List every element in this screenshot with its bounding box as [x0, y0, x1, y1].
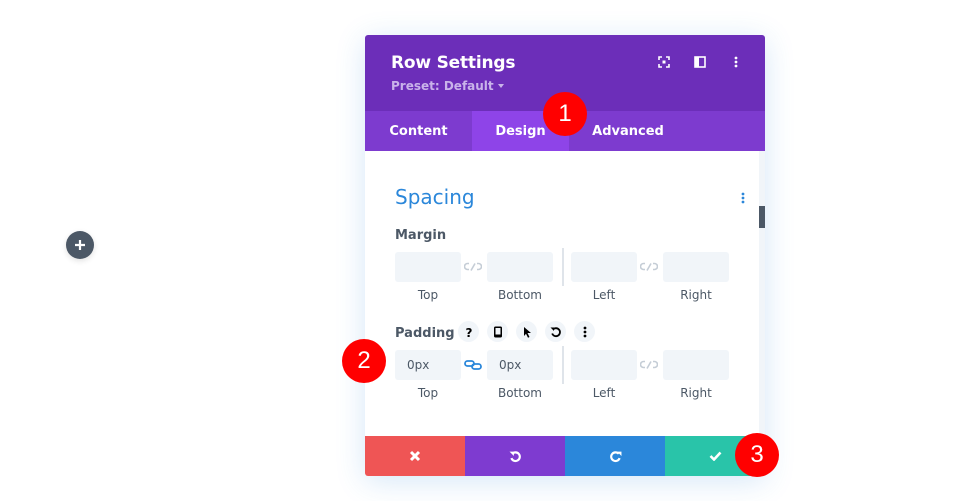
close-icon: [409, 450, 421, 462]
tab-content[interactable]: Content: [365, 111, 472, 151]
annotation-badge-3: 3: [735, 433, 779, 477]
fullscreen-icon[interactable]: [657, 55, 671, 69]
scrollbar-thumb[interactable]: [759, 206, 765, 228]
margin-top-input[interactable]: [395, 252, 461, 282]
padding-top-label: Top: [417, 386, 439, 400]
padding-bottom-input[interactable]: 0px: [487, 350, 553, 380]
scroll-track: [759, 151, 765, 436]
checkmark-icon: [709, 451, 721, 461]
redo-icon: [609, 450, 621, 462]
padding-label: Padding: [395, 326, 455, 341]
annotation-badge-2: 2: [342, 339, 386, 383]
link-icon-active[interactable]: [464, 359, 482, 371]
undo-icon: [509, 450, 521, 462]
margin-bottom-label: Bottom: [497, 288, 542, 302]
mobile-icon[interactable]: [487, 321, 508, 342]
padding-bottom-label: Bottom: [497, 386, 542, 400]
cancel-button[interactable]: [365, 436, 465, 476]
divider: [562, 248, 564, 286]
section-title-spacing[interactable]: Spacing: [395, 185, 475, 209]
preset-label: Preset: Default: [391, 79, 494, 93]
reset-icon[interactable]: [545, 321, 566, 342]
annotation-badge-1: 1: [543, 92, 587, 136]
padding-right-input[interactable]: [663, 350, 729, 380]
divider: [562, 346, 564, 384]
padding-left-label: Left: [592, 386, 616, 400]
help-icon[interactable]: ?: [458, 321, 479, 342]
section-more-icon[interactable]: [741, 189, 745, 208]
caret-down-icon: [497, 84, 504, 88]
padding-options: ?: [458, 321, 595, 342]
cursor-icon[interactable]: [516, 321, 537, 342]
undo-button[interactable]: [465, 436, 565, 476]
margin-bottom-input[interactable]: [487, 252, 553, 282]
link-icon[interactable]: [640, 261, 658, 273]
redo-button[interactable]: [565, 436, 665, 476]
more-vertical-icon[interactable]: [729, 55, 743, 69]
margin-label: Margin: [395, 228, 447, 243]
margin-right-input[interactable]: [663, 252, 729, 282]
more-vertical-icon[interactable]: [574, 321, 595, 342]
preset-dropdown[interactable]: Preset: Default: [391, 79, 739, 93]
margin-top-label: Top: [417, 288, 439, 302]
settings-body: Spacing Margin Top Bottom Left Right Pad…: [365, 151, 765, 436]
add-row-button[interactable]: [66, 231, 94, 259]
margin-right-label: Right: [680, 288, 712, 302]
svg-text:?: ?: [465, 326, 472, 338]
margin-left-label: Left: [592, 288, 616, 302]
link-icon[interactable]: [640, 359, 658, 371]
padding-top-input[interactable]: 0px: [395, 350, 461, 380]
link-icon[interactable]: [464, 261, 482, 273]
sidebar-toggle-icon[interactable]: [693, 55, 707, 69]
padding-right-label: Right: [680, 386, 712, 400]
modal-footer: [365, 436, 765, 476]
padding-left-input[interactable]: [571, 350, 637, 380]
plus-icon: [75, 240, 85, 250]
margin-left-input[interactable]: [571, 252, 637, 282]
